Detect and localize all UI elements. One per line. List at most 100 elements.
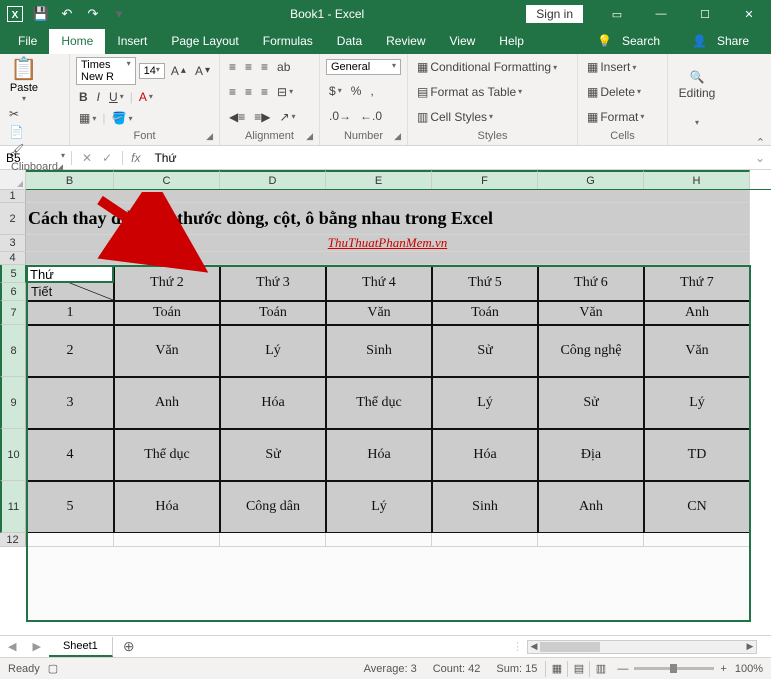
cell[interactable]: 3 bbox=[26, 377, 114, 429]
cell[interactable] bbox=[26, 190, 750, 203]
cell[interactable] bbox=[26, 533, 114, 547]
row-header[interactable]: 3 bbox=[0, 235, 26, 252]
column-header[interactable]: B bbox=[26, 170, 114, 189]
cell[interactable]: Thứ 4 bbox=[326, 265, 432, 301]
sheet-nav-prev-icon[interactable]: ◀ bbox=[0, 640, 24, 653]
cell[interactable]: Lý bbox=[326, 481, 432, 533]
cell[interactable]: Lý bbox=[644, 377, 750, 429]
horizontal-scrollbar[interactable]: ◀ ▶ bbox=[527, 640, 757, 654]
row-header[interactable]: 4 bbox=[0, 252, 26, 265]
fx-icon[interactable]: fx bbox=[123, 151, 148, 165]
cell[interactable]: Sử bbox=[538, 377, 644, 429]
format-as-table-button[interactable]: ▤ Format as Table▾ bbox=[414, 83, 525, 101]
font-color-button[interactable]: A▾ bbox=[136, 88, 156, 106]
cell[interactable]: 5 bbox=[26, 481, 114, 533]
align-right-icon[interactable]: ≡ bbox=[258, 83, 271, 101]
row-header[interactable]: 8 bbox=[0, 325, 26, 377]
cell[interactable]: Lý bbox=[432, 377, 538, 429]
cell[interactable] bbox=[538, 533, 644, 547]
tab-view[interactable]: View bbox=[438, 29, 488, 54]
insert-cells-button[interactable]: ▦ Insert ▾ bbox=[584, 58, 639, 76]
tab-data[interactable]: Data bbox=[325, 29, 374, 54]
qat-customize-icon[interactable]: ▾ bbox=[110, 5, 128, 23]
cell[interactable]: Hóa bbox=[326, 429, 432, 481]
cell[interactable]: Anh bbox=[538, 481, 644, 533]
cell[interactable] bbox=[26, 252, 750, 265]
conditional-formatting-button[interactable]: ▦ Conditional Formatting▾ bbox=[414, 58, 560, 76]
row-header[interactable]: 5 bbox=[0, 265, 26, 283]
cell[interactable]: Hóa bbox=[220, 377, 326, 429]
tab-file[interactable]: File bbox=[6, 29, 49, 54]
cell[interactable]: Sử bbox=[220, 429, 326, 481]
redo-icon[interactable]: ↷ bbox=[84, 5, 102, 23]
row-header[interactable]: 9 bbox=[0, 377, 26, 429]
align-middle-icon[interactable]: ≡ bbox=[242, 58, 255, 76]
share-button[interactable]: 👤 Share bbox=[686, 26, 761, 56]
delete-cells-button[interactable]: ▦ Delete ▾ bbox=[584, 83, 644, 101]
cell[interactable]: Thứ 2 bbox=[114, 265, 220, 301]
cell[interactable]: Sinh bbox=[326, 325, 432, 377]
number-format-select[interactable]: General▾ bbox=[326, 59, 401, 75]
row-header[interactable]: 1 bbox=[0, 190, 26, 203]
cell[interactable]: Văn bbox=[644, 325, 750, 377]
cell[interactable]: ThứTiết bbox=[26, 265, 114, 301]
sheet-tab[interactable]: Sheet1 bbox=[49, 637, 113, 657]
accounting-format-icon[interactable]: $▾ bbox=[326, 82, 345, 100]
enter-formula-icon[interactable]: ✓ bbox=[102, 151, 112, 165]
merge-button[interactable]: ⊟▾ bbox=[274, 83, 296, 101]
cell[interactable] bbox=[644, 533, 750, 547]
increase-font-icon[interactable]: A▴ bbox=[168, 62, 189, 80]
column-header[interactable]: D bbox=[220, 170, 326, 189]
cell[interactable]: Văn bbox=[538, 301, 644, 325]
cell[interactable] bbox=[114, 533, 220, 547]
maximize-icon[interactable]: ☐ bbox=[683, 0, 727, 28]
paste-icon[interactable]: 📋 bbox=[10, 56, 37, 82]
row-header[interactable]: 10 bbox=[0, 429, 26, 481]
cell[interactable]: Hóa bbox=[114, 481, 220, 533]
align-top-icon[interactable]: ≡ bbox=[226, 58, 239, 76]
decrease-decimal-icon[interactable]: ←.0 bbox=[357, 107, 385, 125]
increase-decimal-icon[interactable]: .0→ bbox=[326, 107, 354, 125]
italic-button[interactable]: I bbox=[94, 88, 103, 106]
cell[interactable]: Văn bbox=[326, 301, 432, 325]
launcher-icon[interactable]: ◢ bbox=[206, 131, 213, 142]
cell[interactable]: Địa bbox=[538, 429, 644, 481]
expand-formula-icon[interactable]: ⌄ bbox=[749, 151, 771, 165]
cell[interactable]: 1 bbox=[26, 301, 114, 325]
save-icon[interactable]: 💾 bbox=[32, 5, 50, 23]
cell[interactable] bbox=[220, 533, 326, 547]
select-all-button[interactable] bbox=[0, 170, 26, 190]
minimize-icon[interactable]: — bbox=[639, 0, 683, 28]
align-bottom-icon[interactable]: ≡ bbox=[258, 58, 271, 76]
tab-formulas[interactable]: Formulas bbox=[251, 29, 325, 54]
launcher-icon[interactable]: ◢ bbox=[394, 131, 401, 142]
add-sheet-icon[interactable]: ⊕ bbox=[113, 638, 145, 655]
cell[interactable]: Thể dục bbox=[326, 377, 432, 429]
cell[interactable]: TD bbox=[644, 429, 750, 481]
cell[interactable]: Hóa bbox=[432, 429, 538, 481]
row-header[interactable]: 2 bbox=[0, 203, 26, 235]
editing-button[interactable]: 🔍Editing▾ bbox=[676, 68, 719, 129]
cell[interactable]: 2 bbox=[26, 325, 114, 377]
cell[interactable]: Lý bbox=[220, 325, 326, 377]
font-size-select[interactable]: 14▾ bbox=[139, 63, 165, 79]
search-button[interactable]: 💡 Search bbox=[591, 26, 672, 56]
column-header[interactable]: H bbox=[644, 170, 750, 189]
percent-format-icon[interactable]: % bbox=[348, 82, 365, 100]
formula-input[interactable]: Thứ bbox=[148, 151, 748, 165]
row-header[interactable]: 6 bbox=[0, 283, 26, 301]
ribbon-display-icon[interactable]: ▭ bbox=[595, 0, 639, 28]
cell-styles-button[interactable]: ▥ Cell Styles▾ bbox=[414, 108, 496, 126]
cell[interactable]: Cách thay đổi kích thước dòng, cột, ô bằ… bbox=[26, 203, 750, 235]
paste-button[interactable]: Paste bbox=[10, 82, 38, 94]
cell[interactable]: 4 bbox=[26, 429, 114, 481]
increase-indent-icon[interactable]: ≡▶ bbox=[251, 108, 273, 126]
cell[interactable]: Thứ 7 bbox=[644, 265, 750, 301]
cell[interactable]: Sử bbox=[432, 325, 538, 377]
cell[interactable]: Toán bbox=[114, 301, 220, 325]
cell[interactable]: Toán bbox=[432, 301, 538, 325]
format-cells-button[interactable]: ▦ Format ▾ bbox=[584, 108, 647, 126]
close-icon[interactable]: ✕ bbox=[727, 0, 771, 28]
cancel-formula-icon[interactable]: ✕ bbox=[82, 151, 92, 165]
cell[interactable]: CN bbox=[644, 481, 750, 533]
